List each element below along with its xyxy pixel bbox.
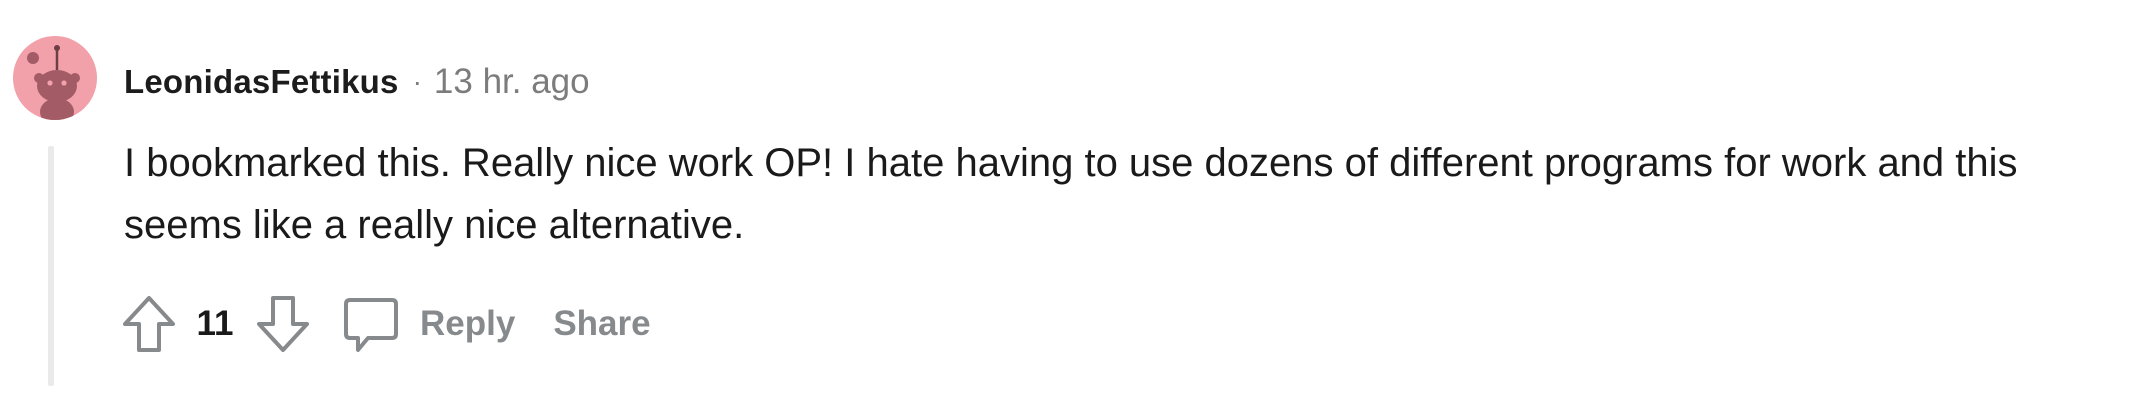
comment-body: I bookmarked this. Really nice work OP! … [124, 141, 2018, 247]
reply-button[interactable]: Reply [314, 292, 515, 356]
share-button[interactable]: Share [553, 304, 650, 344]
reply-label: Reply [420, 304, 516, 343]
comment-author[interactable]: LeonidasFettikus [124, 63, 399, 101]
vote-score: 11 [196, 304, 234, 343]
thread-collapse-line[interactable] [48, 146, 54, 386]
user-avatar[interactable] [13, 36, 97, 120]
speech-bubble-icon [340, 292, 402, 356]
downvote-arrow-icon [257, 296, 309, 352]
share-label: Share [553, 304, 651, 343]
upvote-arrow-icon [123, 296, 175, 352]
comment-timestamp[interactable]: 13 hr. ago [434, 62, 590, 102]
downvote-button[interactable] [252, 292, 314, 356]
snoo-avatar-icon [27, 45, 80, 120]
comment-header: LeonidasFettikus · 13 hr. ago [124, 58, 590, 106]
comment: LeonidasFettikus · 13 hr. ago I bookmark… [0, 0, 2148, 414]
comment-action-bar: 11 Reply Share [118, 292, 651, 356]
upvote-button[interactable] [118, 292, 180, 356]
meta-separator: · [412, 66, 422, 97]
